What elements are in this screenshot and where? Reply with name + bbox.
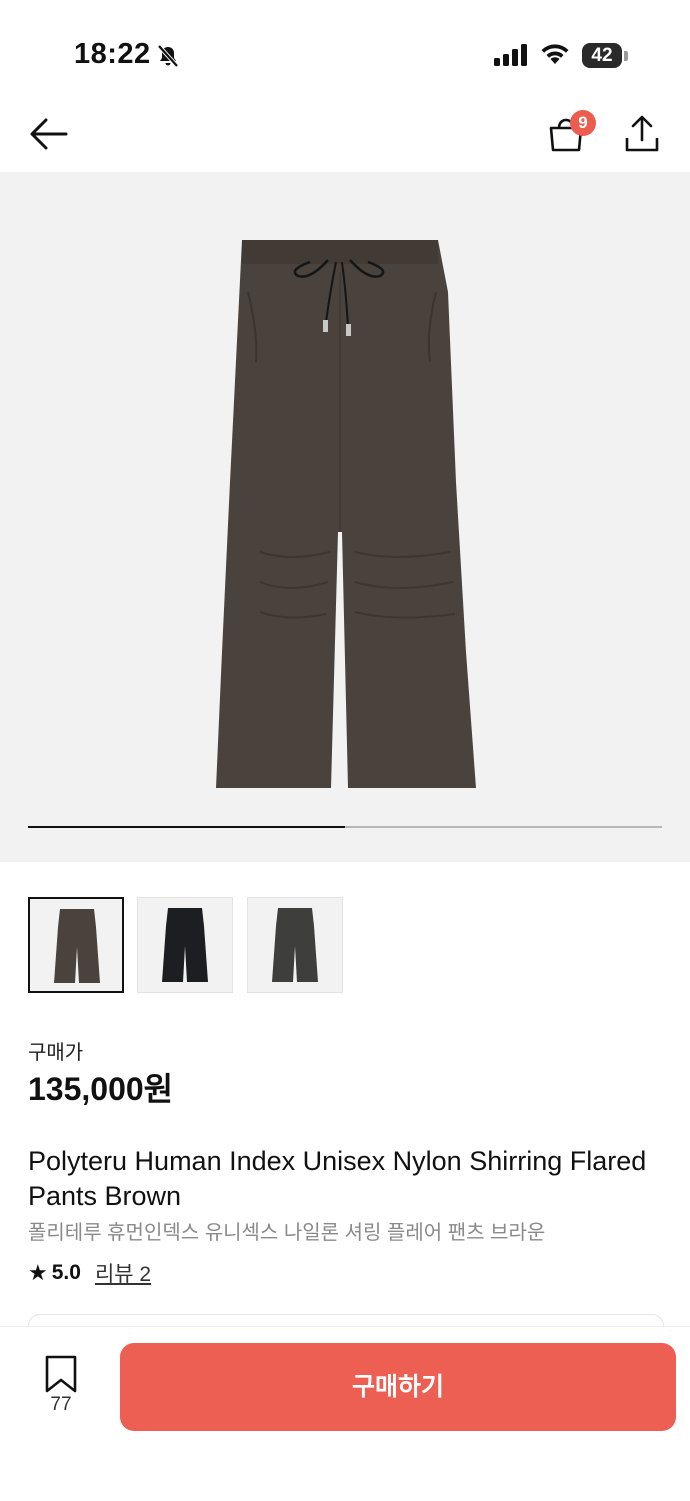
top-nav: 9 (0, 100, 690, 172)
rating-score: 5.0 (51, 1261, 81, 1284)
wifi-icon (541, 44, 569, 64)
thumbnail-brown[interactable] (28, 897, 124, 993)
bell-muted-icon (157, 44, 179, 68)
thumbnail-black[interactable] (137, 897, 233, 993)
status-bar: 18:22 42 (0, 0, 690, 100)
gallery-progress-bar (28, 826, 662, 828)
product-rating: ★ 5.0 리뷰 2 (28, 1258, 151, 1288)
product-title-english: Polyteru Human Index Unisex Nylon Shirri… (28, 1146, 647, 1211)
bookmark-count: 77 (50, 1394, 72, 1415)
share-icon[interactable] (622, 114, 662, 154)
product-price: 135,000원 (28, 1071, 174, 1107)
status-time: 18:22 (74, 38, 151, 70)
back-arrow-icon[interactable] (28, 116, 68, 152)
pants-thumbnail-icon (272, 908, 318, 982)
battery-indicator: 42 (582, 43, 622, 68)
buy-button[interactable]: 구매하기 (120, 1343, 676, 1431)
product-title-korean: 폴리테루 휴먼인덱스 유니섹스 나일론 셔링 플레어 팬츠 브라운 (28, 1222, 546, 1244)
battery-cap (624, 51, 628, 61)
reviews-link[interactable]: 리뷰 2 (95, 1258, 151, 1288)
cellular-signal-icon (494, 44, 527, 66)
pants-thumbnail-icon (54, 909, 100, 983)
cart-count-badge: 9 (570, 110, 596, 136)
bottom-action-bar: 77 구매하기 (0, 1326, 690, 1501)
product-main-image (216, 240, 476, 788)
star-icon: ★ (28, 1260, 48, 1285)
pants-thumbnail-icon (162, 908, 208, 982)
thumbnail-charcoal[interactable] (247, 897, 343, 993)
price-label: 구매가 (28, 1042, 84, 1064)
bookmark-icon[interactable] (44, 1355, 78, 1393)
product-image-gallery[interactable] (0, 172, 690, 862)
gallery-progress-fill (28, 826, 345, 828)
